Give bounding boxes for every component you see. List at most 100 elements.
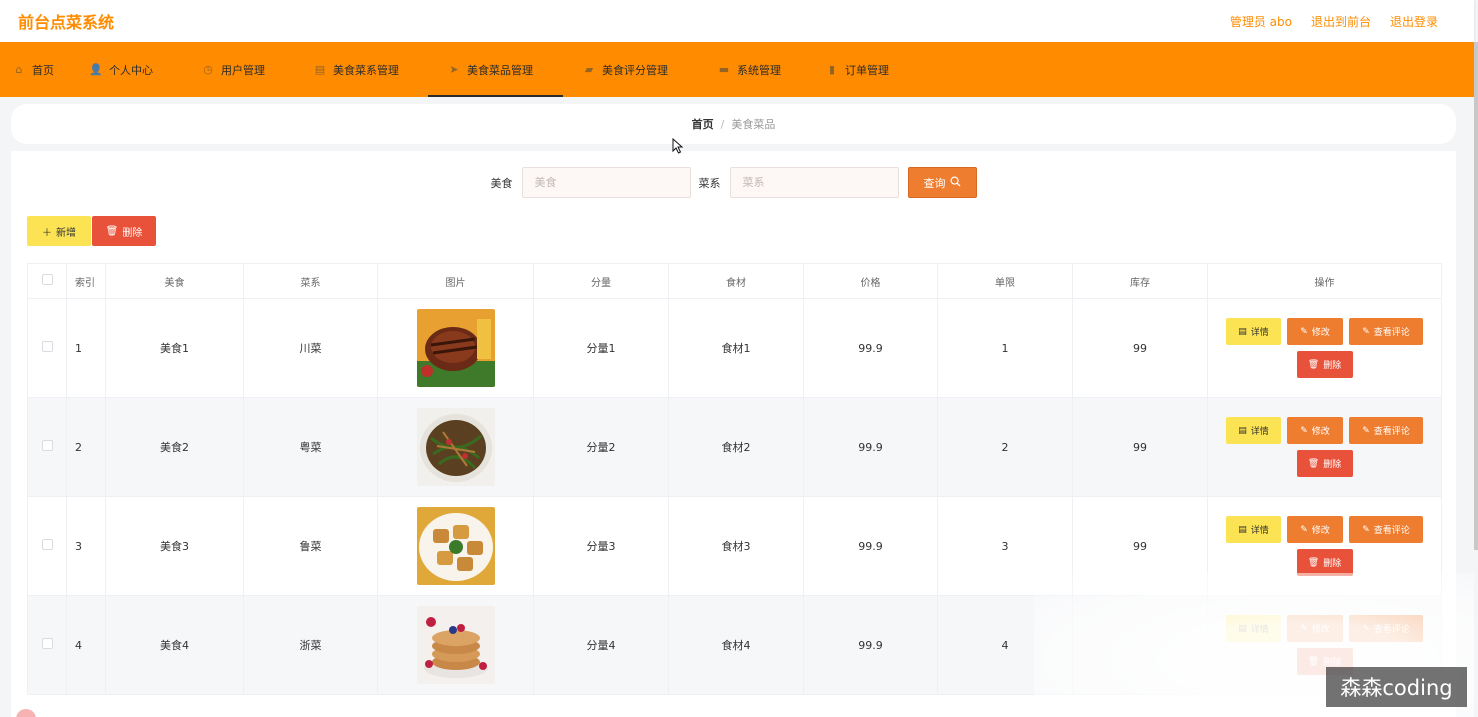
dish-table: 索引 美食 菜系 图片 分量 食材 价格 单限 库存 操作 1 美食1 川菜 分… <box>27 263 1442 695</box>
column-header: 库存 <box>1072 263 1208 299</box>
main-panel: 美食 菜系 查询 ＋ 新增 🗑 删除 <box>11 151 1456 717</box>
header-links: 管理员 abo 退出到前台 退出登录 <box>1230 13 1438 30</box>
row-select-cell <box>27 397 67 497</box>
nav-item-dish-management[interactable]: ➤ 美食菜品管理 <box>428 42 563 97</box>
admin-user-link[interactable]: 管理员 abo <box>1230 13 1292 30</box>
edit-icon: ✎ <box>1300 326 1308 337</box>
edit-label: 修改 <box>1311 427 1330 437</box>
view-reviews-button[interactable]: ✎ 查看评论 <box>1349 615 1423 642</box>
row-checkbox[interactable] <box>41 440 53 451</box>
add-button[interactable]: ＋ 新增 <box>27 216 91 246</box>
ingredient-cell: 食材1 <box>668 298 804 398</box>
bulk-delete-label: 删除 <box>122 227 143 239</box>
folder-icon: ▰ <box>584 63 594 76</box>
price-cell: 99.9 <box>803 496 938 596</box>
edit-button[interactable]: ✎ 修改 <box>1287 318 1343 345</box>
nav-item-rating-management[interactable]: ▰ 美食评分管理 <box>563 42 698 97</box>
nav-item-label: 系统管理 <box>737 63 781 77</box>
nav-item-label: 订单管理 <box>845 63 889 77</box>
edit-button[interactable]: ✎ 修改 <box>1287 516 1343 543</box>
detail-button[interactable]: ▤ 详情 <box>1226 417 1281 444</box>
cuisine-search-input[interactable] <box>729 167 899 198</box>
nav-item-label: 个人中心 <box>109 63 153 77</box>
cuisine-cell: 浙菜 <box>243 595 378 695</box>
row-checkbox[interactable] <box>41 638 53 649</box>
nav-item-label: 美食评分管理 <box>602 63 668 77</box>
nav-item-personal-center[interactable]: 👤 个人中心 <box>77 42 189 97</box>
page-scrollbar[interactable] <box>1474 42 1478 550</box>
portion-cell: 分量1 <box>533 298 669 398</box>
edit-label: 修改 <box>1311 328 1330 338</box>
index-cell: 1 <box>66 298 106 398</box>
limit-cell: 1 <box>937 298 1073 398</box>
review-label: 查看评论 <box>1373 427 1410 437</box>
table-row: 2 美食2 粤菜 分量2 食材2 99.9 2 99 ▤ 详情 ✎ 修改 ✎ 查… <box>27 397 1442 497</box>
edit-icon: ✎ <box>1362 524 1370 535</box>
image-cell <box>377 397 534 497</box>
portion-cell: 分量4 <box>533 595 669 695</box>
document-icon: ▤ <box>1238 524 1247 535</box>
laptop-icon: ▬ <box>718 63 730 76</box>
cuisine-cell: 粤菜 <box>243 397 378 497</box>
nav-item-system-management[interactable]: ▬ 系统管理 <box>698 42 810 97</box>
view-reviews-button[interactable]: ✎ 查看评论 <box>1349 516 1423 543</box>
dish-image <box>416 606 495 684</box>
detail-button[interactable]: ▤ 详情 <box>1226 615 1281 642</box>
food-cell: 美食1 <box>105 298 244 398</box>
edit-icon: ✎ <box>1300 425 1308 436</box>
food-search-label: 美食 <box>490 176 513 190</box>
user-icon: 👤 <box>89 63 103 76</box>
portion-cell: 分量3 <box>533 496 669 596</box>
delete-label: 删除 <box>1323 460 1342 470</box>
select-all-checkbox[interactable] <box>41 274 53 285</box>
actions-cell: ▤ 详情 ✎ 修改 ✎ 查看评论 🗑 删除 <box>1207 298 1442 398</box>
add-button-label: 新增 <box>56 227 76 239</box>
exit-to-front-link[interactable]: 退出到前台 <box>1311 13 1371 30</box>
nav-item-label: 首页 <box>32 63 54 77</box>
food-cell: 美食2 <box>105 397 244 497</box>
ingredient-cell: 食材4 <box>668 595 804 695</box>
delete-button[interactable]: 🗑 删除 <box>1296 450 1353 477</box>
cuisine-cell: 川菜 <box>243 298 378 398</box>
stock-cell: 99 <box>1072 397 1208 497</box>
column-header: 食材 <box>668 263 804 299</box>
trash-icon: 🗑 <box>1307 557 1320 568</box>
row-select-cell <box>27 496 67 596</box>
column-header: 美食 <box>105 263 244 299</box>
bulk-delete-button[interactable]: 🗑 删除 <box>92 216 156 246</box>
breadcrumb-home[interactable]: 首页 <box>692 116 714 132</box>
edit-button[interactable]: ✎ 修改 <box>1287 615 1343 642</box>
view-reviews-button[interactable]: ✎ 查看评论 <box>1349 318 1423 345</box>
detail-button[interactable]: ▤ 详情 <box>1226 516 1281 543</box>
trash-icon: 🗑 <box>1307 458 1320 469</box>
nav-item-order-management[interactable]: ▮ 订单管理 <box>810 42 922 97</box>
ingredient-cell: 食材3 <box>668 496 804 596</box>
limit-cell: 2 <box>937 397 1073 497</box>
breadcrumb-separator: / <box>720 117 725 131</box>
delete-button[interactable]: 🗑 删除 <box>1296 351 1353 378</box>
nav-item-cuisine-management[interactable]: ▤ 美食菜系管理 <box>301 42 428 97</box>
row-checkbox[interactable] <box>41 539 53 550</box>
edit-button[interactable]: ✎ 修改 <box>1287 417 1343 444</box>
row-checkbox[interactable] <box>41 341 53 352</box>
food-search-input[interactable] <box>521 167 691 198</box>
delete-button[interactable]: 🗑 删除 <box>1296 549 1353 576</box>
column-header: 单限 <box>937 263 1073 299</box>
query-button[interactable]: 查询 <box>907 167 977 198</box>
detail-button[interactable]: ▤ 详情 <box>1226 318 1281 345</box>
ingredient-cell: 食材2 <box>668 397 804 497</box>
nav-item-user-management[interactable]: ◷ 用户管理 <box>189 42 301 97</box>
index-cell: 3 <box>66 496 106 596</box>
edit-label: 修改 <box>1311 625 1330 635</box>
app-title: 前台点菜系统 <box>18 13 115 32</box>
detail-label: 详情 <box>1250 328 1269 338</box>
calendar-icon: ▤ <box>314 63 326 76</box>
logout-link[interactable]: 退出登录 <box>1390 13 1438 30</box>
view-reviews-button[interactable]: ✎ 查看评论 <box>1349 417 1423 444</box>
row-select-cell <box>27 595 67 695</box>
column-header: 图片 <box>377 263 534 299</box>
nav-item-home[interactable]: ⌂ 首页 <box>0 42 77 97</box>
send-icon: ➤ <box>449 63 459 76</box>
select-all-cell[interactable] <box>27 263 67 299</box>
detail-label: 详情 <box>1250 427 1269 437</box>
